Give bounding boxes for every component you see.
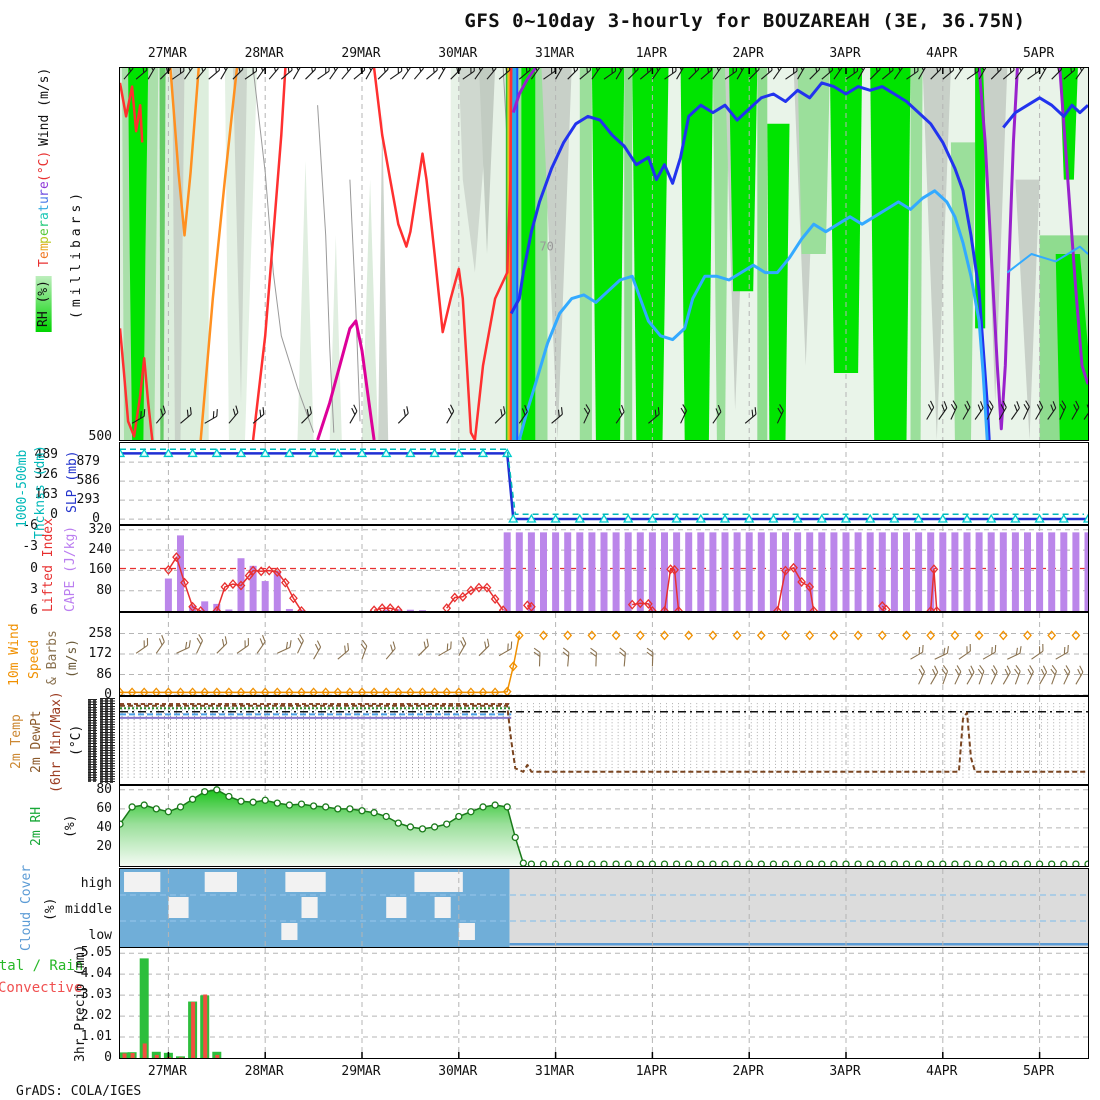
panel-slp [119,442,1089,525]
temp-axis-smear [100,698,115,783]
axis-label-10m-wind: 10m Wind [8,612,22,698]
axis-label--m-s-: (m/s) [66,630,80,686]
date-label-top: 29MAR [329,46,393,61]
ytick-cloud: middle [58,903,112,917]
date-label-bottom: 27MAR [135,1064,199,1079]
ytick-cloud: high [58,877,112,891]
panel-cape [119,525,1089,612]
axis-label-cloud-cover: Cloud Cover [20,866,34,950]
ytick-slp: 326 [4,468,58,482]
panel-temp [119,696,1089,785]
ytick-cape: 0 [0,562,38,576]
ytick-cloud: low [58,929,112,943]
ytick-rh: 80 [58,783,112,797]
date-label-top: 31MAR [523,46,587,61]
date-label-top: 27MAR [135,46,199,61]
ytick-slp: 489 [4,448,58,462]
axis-label-lifted-index: Lifted Index [42,518,56,612]
axis-label--millibars-: (millibars) [70,183,84,325]
date-label-bottom: 5APR [1007,1064,1071,1079]
date-label-top: 2APR [716,46,780,61]
date-label-bottom: 1APR [619,1064,683,1079]
temp-axis-smear [88,699,97,782]
axis-label-cape-j-kg-: CAPE (J/kg) [64,522,78,616]
axis-label-wind-m-s-: Wind (m/s) [38,64,52,150]
date-label-bottom: 2APR [716,1064,780,1079]
ytick-wind: 0 [58,688,112,702]
date-label-top: 3APR [813,46,877,61]
panel-cloud [119,868,1089,948]
axis-label--c-: (°C) [38,150,52,182]
date-label-top: 1APR [619,46,683,61]
date-label-bottom: 30MAR [426,1064,490,1079]
svg-text:70: 70 [539,239,553,253]
axis-label-temperature: Temperature [38,183,52,265]
grads-credit: GrADS: COLA/IGES [16,1084,141,1099]
chart-title: GFS 0~10day 3-hourly for BOUZAREAH (3E, … [390,10,1100,32]
panel-precip [119,947,1089,1059]
axis-label-1000-500mb: 1000-500mb [16,437,30,540]
panel-upper: 70 [119,67,1089,441]
axis-label-2m-dewpt: 2m DewPt [30,696,44,788]
axis-label-2m-rh: 2m RH [30,790,44,862]
date-label-top: 30MAR [426,46,490,61]
axis-label-2m-temp: 2m Temp [10,698,24,786]
panel-rh [119,785,1089,867]
axis-label-total-rain: Total / Rain [0,958,83,974]
axis-label-slp-mb-: SLP (mb) [66,442,80,522]
date-label-top: 5APR [1007,46,1071,61]
gfs-meteogram: GFS 0~10day 3-hourly for BOUZAREAH (3E, … [0,0,1100,1100]
panel-wind [119,612,1089,696]
axis-label-rh-: RH (%) [36,276,52,332]
axis-label--: (%) [44,890,58,928]
date-label-bottom: 3APR [813,1064,877,1079]
ytick-slp: 163 [4,488,58,502]
axis-label--c-: (°C) [70,718,84,762]
date-label-bottom: 31MAR [523,1064,587,1079]
date-label-bottom: 28MAR [232,1064,296,1079]
axis-label--: (%) [64,806,78,846]
date-label-top: 4APR [910,46,974,61]
ytick-cape: 3 [0,583,38,597]
axis-label--6hr-min-max-: (6hr Min/Max) [50,692,64,792]
ytick-cape: -3 [0,540,38,554]
date-label-bottom: 29MAR [329,1064,393,1079]
date-label-bottom: 4APR [910,1064,974,1079]
date-label-top: 28MAR [232,46,296,61]
axis-label-speed: Speed [28,628,42,690]
axis-label-convective: Convective [0,980,82,996]
axis-label--barbs: & Barbs [46,622,60,694]
axis-label-3hr-precip-mm-: 3hr Precip (mm) [74,944,88,1062]
